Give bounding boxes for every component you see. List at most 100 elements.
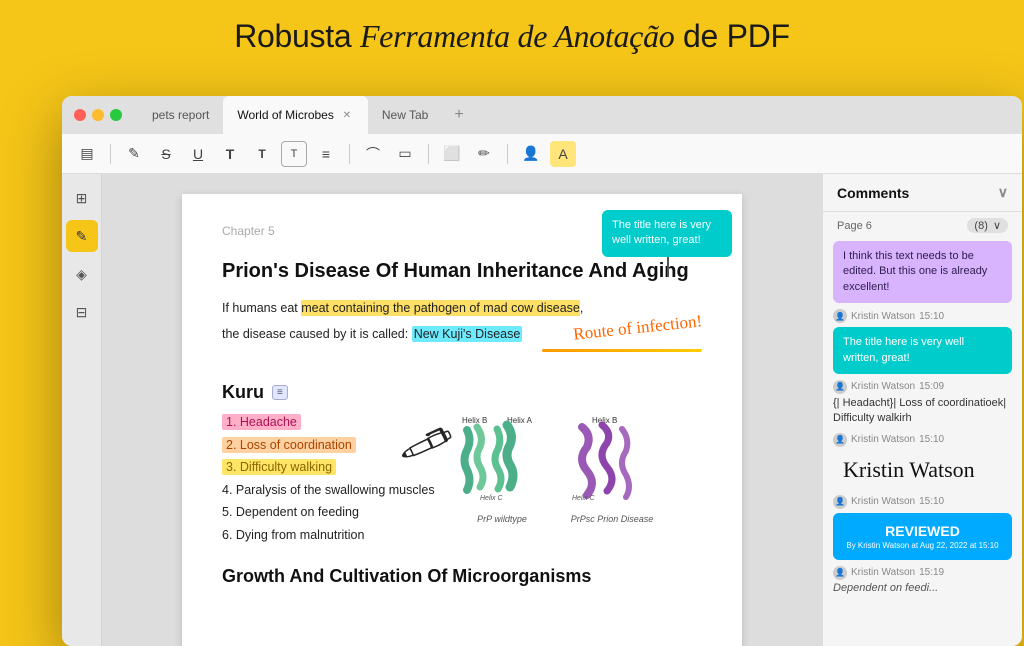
author-avatar-4: 👤 — [833, 495, 847, 509]
comment-meta-3: 👤 Kristin Watson 15:10 — [833, 433, 1012, 447]
pdf-page: The title here is very well written, gre… — [182, 194, 742, 646]
author-name-2: Kristin Watson — [851, 381, 915, 392]
comment-text-2: The title here is very well written, gre… — [843, 336, 964, 363]
sidebar-annotate-icon[interactable]: ✎ — [66, 220, 98, 252]
minimize-button[interactable] — [92, 109, 104, 121]
banner-text: Robusta Ferramenta de Anotação de PDF — [0, 0, 1024, 69]
comment-meta-5: 👤 Kristin Watson 15:19 — [833, 566, 1012, 580]
comment-card-1: I think this text needs to be edited. Bu… — [833, 241, 1012, 303]
author-avatar-3: 👤 — [833, 433, 847, 447]
signature-block: Kristin Watson — [833, 451, 1012, 489]
tab-microbes-label: World of Microbes — [237, 108, 333, 122]
banner-suffix: de PDF — [674, 18, 789, 54]
page-count-badge: (8) ∨ — [967, 218, 1008, 233]
new-tab-button[interactable]: + — [446, 102, 471, 128]
page-section: Page 6 (8) ∨ — [823, 212, 1022, 237]
paragraph1-post: , — [580, 301, 583, 315]
tab-pets-label: pets report — [152, 108, 209, 122]
section1-text: Kuru — [222, 382, 264, 403]
toolbar-strikethrough-icon[interactable]: S — [153, 141, 179, 167]
banner-prefix: Robusta — [234, 18, 360, 54]
author-time-5: 15:19 — [919, 567, 944, 578]
callout-bubble: The title here is very well written, gre… — [602, 210, 732, 257]
comment-meta-1: 👤 Kristin Watson 15:10 — [833, 309, 1012, 323]
tab-new-label: New Tab — [382, 108, 428, 122]
sidebar-grid-icon[interactable]: ⊞ — [66, 182, 98, 214]
left-sidebar: ⊞ ✎ ◈ ⊟ — [62, 174, 102, 646]
maximize-button[interactable] — [110, 109, 122, 121]
tab-new-tab[interactable]: New Tab — [368, 96, 442, 134]
toolbar-underline-icon[interactable]: U — [185, 141, 211, 167]
app-window: pets report World of Microbes ✕ New Tab … — [62, 96, 1022, 646]
close-button[interactable] — [74, 109, 86, 121]
svg-text:Helix C: Helix C — [572, 495, 596, 502]
banner-italic: Ferramenta de Anotação — [360, 18, 675, 54]
toolbar-shape-icon[interactable]: ▭ — [392, 141, 418, 167]
main-area: ⊞ ✎ ◈ ⊟ The title here is very well writ… — [62, 174, 1022, 646]
toolbar-text-t-icon[interactable]: T — [217, 141, 243, 167]
toolbar-separator-3 — [428, 144, 429, 164]
list-item-5: 5. Dependent on feeding — [222, 501, 442, 524]
tab-world-of-microbes[interactable]: World of Microbes ✕ — [223, 96, 367, 134]
titlebar: pets report World of Microbes ✕ New Tab … — [62, 96, 1022, 134]
author-time-2: 15:09 — [919, 381, 944, 392]
traffic-lights — [74, 109, 122, 121]
author-name-5: Kristin Watson — [851, 567, 915, 578]
comments-panel: Comments ∨ Page 6 (8) ∨ I think this tex… — [822, 174, 1022, 646]
author-avatar-2: 👤 — [833, 380, 847, 394]
comments-expand-icon[interactable]: ∨ — [998, 184, 1008, 201]
comments-header: Comments ∨ — [823, 174, 1022, 212]
comment-meta-4: 👤 Kristin Watson 15:10 — [833, 495, 1012, 509]
author-avatar-5: 👤 — [833, 566, 847, 580]
author-avatar-1: 👤 — [833, 309, 847, 323]
toolbar-user-icon[interactable]: 👤 — [518, 141, 544, 167]
toolbar-text-t3-icon[interactable]: T — [281, 141, 307, 167]
toolbar-square-icon[interactable]: ⬜ — [439, 141, 465, 167]
svg-text:Helix C: Helix C — [480, 495, 504, 502]
reviewed-sub-text: By Kristin Watson at Aug 22, 2022 at 15:… — [843, 541, 1002, 550]
callout-text: The title here is very well written, gre… — [612, 219, 711, 246]
route-underline — [542, 349, 702, 352]
author-name-3: Kristin Watson — [851, 434, 915, 445]
toolbar-pen-icon[interactable]: ✎ — [121, 141, 147, 167]
paragraph1-highlight: meat containing the pathogen of mad cow … — [301, 300, 580, 316]
reviewed-label: REVIEWED — [843, 523, 1002, 539]
protein-prion: Helix B Helix C PrPsc Prion Disease — [562, 415, 662, 524]
paragraph1-pre: If humans eat — [222, 301, 301, 315]
pdf-paragraph2: the disease caused by it is called: New … — [222, 324, 702, 344]
protein-diagram-area: 🖊 Helix B Helix A Helix — [452, 411, 702, 546]
reviewed-badge: REVIEWED By Kristin Watson at Aug 22, 20… — [833, 513, 1012, 560]
protein-wildtype: Helix B Helix A Helix C PrP wildtype — [452, 415, 552, 524]
comments-title: Comments — [837, 185, 909, 201]
tab-close-icon[interactable]: ✕ — [340, 108, 354, 122]
author-name-1: Kristin Watson — [851, 311, 915, 322]
paragraph2-highlight: New Kuji's Disease — [412, 326, 523, 342]
comment-card-2: The title here is very well written, gre… — [833, 327, 1012, 374]
section2-heading: Growth And Cultivation Of Microorganisms — [222, 566, 702, 587]
sidebar-pages-icon[interactable]: ⊟ — [66, 296, 98, 328]
toolbar-text-icon[interactable]: ▤ — [74, 141, 100, 167]
author-time-1: 15:10 — [919, 311, 944, 322]
author-time-4: 15:10 — [919, 496, 944, 507]
toolbar-list-icon[interactable]: ≡ — [313, 141, 339, 167]
author-time-3: 15:10 — [919, 434, 944, 445]
author-name-4: Kristin Watson — [851, 496, 915, 507]
list-and-diagram: 1. Headache 2. Loss of coordination 3. D… — [222, 411, 702, 546]
toolbar: ▤ ✎ S U T T T ≡ ⌒ ▭ ⬜ ✏ 👤 A — [62, 134, 1022, 174]
list-item-4: 4. Paralysis of the swallowing muscles — [222, 479, 442, 502]
paragraph2-pre: the disease caused by it is called: — [222, 327, 412, 341]
toolbar-separator-1 — [110, 144, 111, 164]
comment-body-5: Dependent on feedi... — [833, 582, 1012, 594]
protein-wildtype-label: PrP wildtype — [452, 514, 552, 524]
toolbar-highlight-icon[interactable]: A — [550, 141, 576, 167]
toolbar-edit-icon[interactable]: ✏ — [471, 141, 497, 167]
note-icon: ≡ — [272, 385, 288, 400]
page-label: Page 6 — [837, 220, 872, 232]
sidebar-layers-icon[interactable]: ◈ — [66, 258, 98, 290]
toolbar-separator-2 — [349, 144, 350, 164]
pdf-area[interactable]: The title here is very well written, gre… — [102, 174, 822, 646]
tab-pets-report[interactable]: pets report — [138, 96, 223, 134]
page-section-chevron[interactable]: ∨ — [993, 220, 1001, 232]
toolbar-text-t2-icon[interactable]: T — [249, 141, 275, 167]
toolbar-arc-icon[interactable]: ⌒ — [360, 141, 386, 167]
